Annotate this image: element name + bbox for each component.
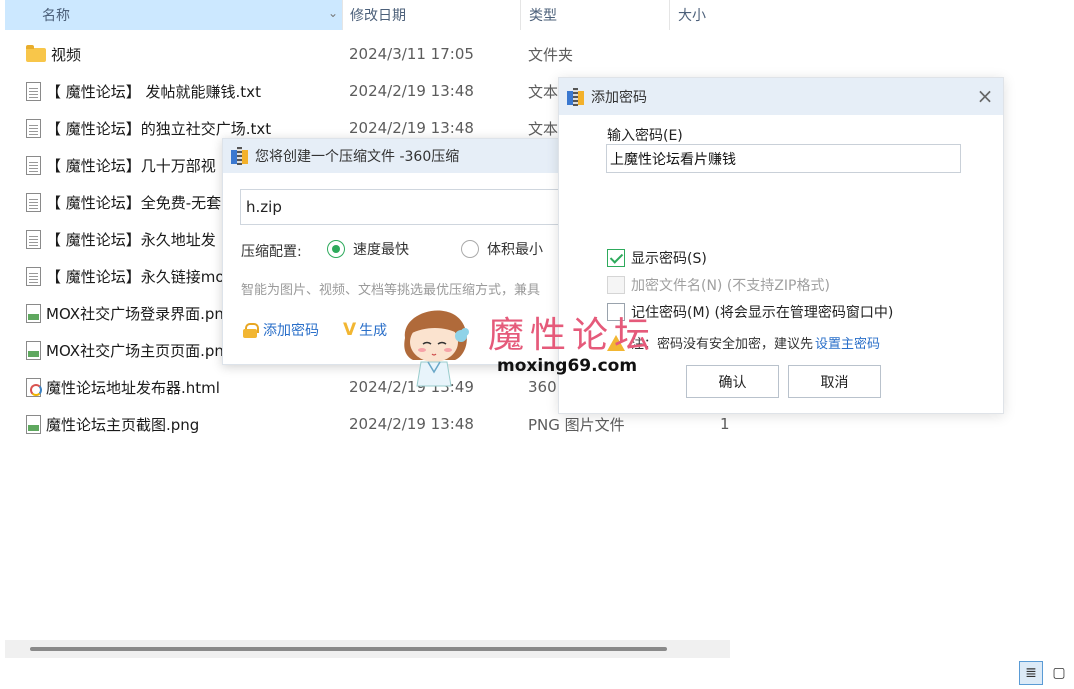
file-date: 2024/3/11 17:05 — [349, 45, 474, 63]
file-name: 魔性论坛地址发布器.html — [46, 378, 220, 397]
generate-link[interactable]: V 生成 — [343, 320, 387, 340]
text-file-icon — [26, 229, 41, 249]
checkbox-checked-icon — [607, 249, 625, 267]
column-date-label: 修改日期 — [350, 8, 406, 24]
column-header-name[interactable]: ^ 名称 ⌄ — [5, 0, 342, 30]
column-name-label: 名称 — [42, 8, 70, 24]
file-date: 2024/2/19 13:48 — [349, 82, 474, 100]
radio-speed-label: 速度最快 — [353, 242, 409, 258]
text-file-icon — [26, 266, 41, 286]
compress-dialog-title: 您将创建一个压缩文件 -360压缩 — [255, 149, 460, 165]
file-size: 1 — [720, 415, 730, 433]
generate-label: 生成 — [359, 323, 388, 339]
compress-hint-text: 智能为图片、视频、文档等挑选最优压缩方式，兼具 — [241, 283, 541, 298]
column-header-size[interactable]: 大小 — [669, 0, 730, 30]
close-icon[interactable]: × — [975, 86, 995, 106]
radio-unselected-icon — [461, 240, 479, 258]
file-type: 文本 — [528, 82, 559, 101]
file-name: 魔性论坛主页截图.png — [46, 415, 200, 434]
remember-password-label: 记住密码(M) (将会显示在管理密码窗口中) — [631, 305, 894, 321]
password-dialog-title: 添加密码 — [591, 89, 647, 106]
set-master-password-link[interactable]: 设置主密码 — [815, 333, 880, 352]
password-input-label: 输入密码(E) — [607, 128, 683, 144]
confirm-button[interactable]: 确认 — [686, 365, 779, 398]
zip-archive-icon — [231, 147, 249, 165]
image-file-icon — [26, 303, 41, 323]
image-file-icon — [26, 340, 41, 360]
watermark-mascot-icon — [404, 310, 469, 387]
sort-caret-icon: ^ — [185, 0, 193, 3]
text-file-icon — [26, 118, 41, 138]
encrypt-filenames-checkbox: 加密文件名(N) (不支持ZIP格式) — [607, 275, 830, 295]
file-type: 360 — [528, 378, 557, 396]
details-view-icon[interactable]: ≣ — [1019, 661, 1043, 685]
file-date: 2024/2/19 13:48 — [349, 119, 474, 137]
file-date: 2024/2/19 13:48 — [349, 415, 474, 433]
radio-size-label: 体积最小 — [487, 242, 543, 258]
password-input[interactable]: 上魔性论坛看片赚钱 — [606, 144, 961, 173]
file-name: 【 魔性论坛】的独立社交广场.txt — [46, 119, 272, 138]
show-password-checkbox[interactable]: 显示密码(S) — [607, 248, 707, 268]
watermark-text: 魔性论坛 — [488, 315, 657, 356]
html-file-icon — [26, 377, 42, 397]
column-size-label: 大小 — [678, 8, 706, 24]
security-note-text: 注：密码没有安全加密，建议先 — [631, 337, 814, 352]
text-file-icon — [26, 155, 41, 175]
file-name: 视频 — [51, 45, 82, 64]
folder-icon — [26, 45, 46, 62]
compress-dialog-titlebar[interactable]: 您将创建一个压缩文件 -360压缩 — [223, 139, 559, 173]
horizontal-scrollbar[interactable] — [5, 640, 730, 658]
file-type: PNG 图片文件 — [528, 415, 625, 434]
radio-size-smallest[interactable]: 体积最小 — [461, 239, 543, 259]
add-password-link[interactable]: 添加密码 — [243, 320, 319, 340]
lock-icon — [243, 323, 259, 338]
text-file-icon — [26, 192, 41, 212]
file-type: 文件夹 — [528, 45, 574, 64]
file-row[interactable]: 视频 2024/3/11 17:05 文件夹 — [20, 36, 730, 72]
cancel-button[interactable]: 取消 — [788, 365, 881, 398]
text-file-icon — [26, 81, 41, 101]
radio-speed-fastest[interactable]: 速度最快 — [327, 239, 409, 259]
zip-archive-icon — [567, 87, 585, 106]
chevron-down-icon[interactable]: ⌄ — [328, 6, 338, 20]
add-password-label: 添加密码 — [263, 323, 319, 339]
scrollbar-thumb[interactable] — [30, 647, 667, 651]
checkbox-disabled-icon — [607, 276, 625, 294]
watermark-url: moxing69.com — [497, 356, 638, 376]
v-check-icon: V — [343, 320, 357, 340]
column-header-type[interactable]: 类型 — [520, 0, 669, 30]
compress-config-label: 压缩配置: — [241, 244, 302, 260]
radio-selected-icon — [327, 240, 345, 258]
column-type-label: 类型 — [529, 8, 557, 24]
encrypt-filenames-label: 加密文件名(N) (不支持ZIP格式) — [631, 278, 830, 294]
show-password-label: 显示密码(S) — [631, 251, 707, 267]
file-name: 【 魔性论坛】 发帖就能赚钱.txt — [46, 82, 261, 101]
column-header-date[interactable]: 修改日期 — [342, 0, 520, 30]
image-file-icon — [26, 414, 41, 434]
file-type: 文本 — [528, 119, 559, 138]
archive-name-input[interactable]: h.zip — [240, 189, 560, 225]
password-dialog-titlebar[interactable]: 添加密码 — [559, 78, 1003, 115]
tiles-view-icon[interactable]: ▢ — [1047, 661, 1071, 685]
